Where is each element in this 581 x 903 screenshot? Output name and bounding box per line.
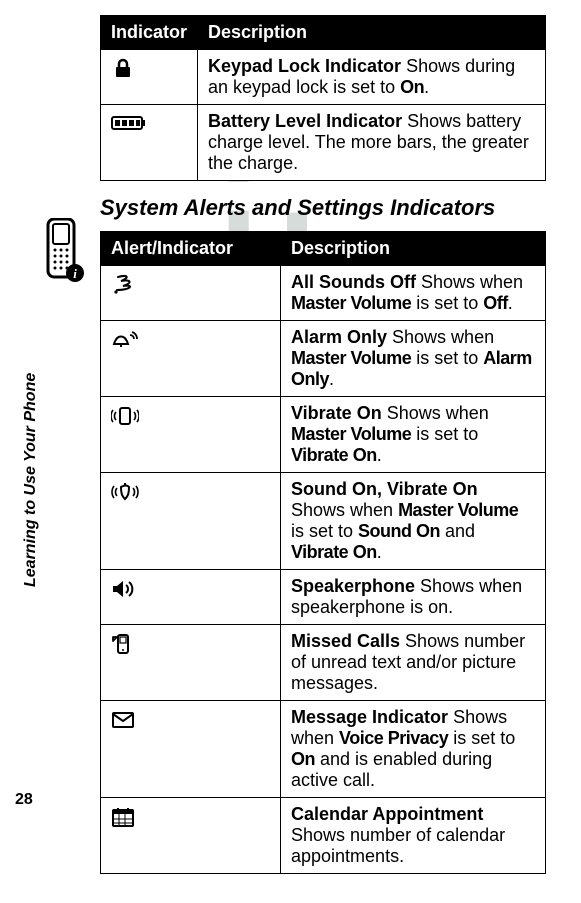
indicator-table: Indicator Description Keypad Lock Indica… (100, 15, 546, 181)
section-heading: System Alerts and Settings Indicators (100, 195, 546, 221)
battery-icon (101, 105, 198, 181)
missed-calls-icon (101, 625, 281, 701)
description-cell: All Sounds Off Shows when Master Volume … (281, 266, 546, 321)
lock-icon (101, 50, 198, 105)
desc-text: and (440, 521, 475, 541)
table-row: Message Indicator Shows when Voice Priva… (101, 701, 546, 798)
desc-text: is set to (448, 728, 515, 748)
desc-text: is set to (291, 521, 358, 541)
setting-value: Off (483, 293, 508, 313)
description-cell: Missed Calls Shows number of unread text… (281, 625, 546, 701)
alarm-only-icon (101, 321, 281, 397)
sounds-off-icon (101, 266, 281, 321)
table-row: Speakerphone Shows when speakerphone is … (101, 570, 546, 625)
table-row: Missed Calls Shows number of unread text… (101, 625, 546, 701)
setting-value: Voice Privacy (339, 728, 448, 748)
sound-vibrate-icon (101, 473, 281, 570)
table-row: Sound On, Vibrate On Shows when Master V… (101, 473, 546, 570)
description-cell: Alarm Only Shows when Master Volume is s… (281, 321, 546, 397)
setting-value: Master Volume (398, 500, 518, 520)
description-cell: Calendar Appointment Shows number of cal… (281, 798, 546, 874)
vibrate-on-icon (101, 397, 281, 473)
speakerphone-icon (101, 570, 281, 625)
table-row: All Sounds Off Shows when Master Volume … (101, 266, 546, 321)
setting-value: Master Volume (291, 348, 411, 368)
setting-value: On (291, 749, 315, 769)
indicator-title: Speakerphone (291, 576, 415, 596)
table-row: Battery Level Indicator Shows battery ch… (101, 105, 546, 181)
desc-text: is set to (411, 348, 483, 368)
description-cell: Vibrate On Shows when Master Volume is s… (281, 397, 546, 473)
table-row: Calendar Appointment Shows number of cal… (101, 798, 546, 874)
table-row: Keypad Lock Indicator Shows during an ke… (101, 50, 546, 105)
table-row: Vibrate On Shows when Master Volume is s… (101, 397, 546, 473)
setting-value: Sound On (358, 521, 440, 541)
desc-text: Shows when (291, 500, 398, 520)
indicator-title: Keypad Lock Indicator (208, 56, 401, 76)
desc-text: . (508, 293, 513, 313)
desc-text: . (377, 542, 382, 562)
table1-header-description: Description (198, 16, 546, 50)
desc-text: Shows when (416, 272, 523, 292)
setting-value: Vibrate On (291, 445, 377, 465)
desc-text: . (377, 445, 382, 465)
indicator-title: Vibrate On (291, 403, 382, 423)
description-cell: Speakerphone Shows when speakerphone is … (281, 570, 546, 625)
desc-text: is set to (411, 293, 483, 313)
calendar-icon (101, 798, 281, 874)
desc-text: . (424, 77, 429, 97)
table-row: Alarm Only Shows when Master Volume is s… (101, 321, 546, 397)
indicator-title: Alarm Only (291, 327, 387, 347)
description-cell: Sound On, Vibrate On Shows when Master V… (281, 473, 546, 570)
indicator-title: Calendar Appointment (291, 804, 483, 824)
svg-text:i: i (73, 266, 77, 281)
desc-text: . (329, 369, 334, 389)
indicator-title: Sound On, Vibrate On (291, 479, 478, 499)
desc-text: Shows number of calendar appointments. (291, 825, 505, 866)
phone-info-icon: i (45, 218, 87, 290)
indicator-title: Missed Calls (291, 631, 400, 651)
desc-text: Shows when (387, 327, 494, 347)
desc-text: Shows when (382, 403, 489, 423)
setting-value: On (400, 77, 424, 97)
indicator-title: All Sounds Off (291, 272, 416, 292)
description-cell: Keypad Lock Indicator Shows during an ke… (198, 50, 546, 105)
table2-header-alert: Alert/Indicator (101, 232, 281, 266)
table2-header-description: Description (281, 232, 546, 266)
message-indicator-icon (101, 701, 281, 798)
table1-header-indicator: Indicator (101, 16, 198, 50)
indicator-title: Battery Level Indicator (208, 111, 402, 131)
sidebar-section-label: Learning to Use Your Phone (22, 373, 40, 587)
description-cell: Message Indicator Shows when Voice Priva… (281, 701, 546, 798)
sidebar: i Learning to Use Your Phone (15, 0, 95, 807)
setting-value: Vibrate On (291, 542, 377, 562)
indicator-title: Message Indicator (291, 707, 448, 727)
alerts-table: Alert/Indicator Description All Sounds O… (100, 231, 546, 874)
desc-text: is set to (411, 424, 478, 444)
desc-text: and is enabled during active call. (291, 749, 492, 790)
setting-value: Master Volume (291, 424, 411, 444)
description-cell: Battery Level Indicator Shows battery ch… (198, 105, 546, 181)
setting-value: Master Volume (291, 293, 411, 313)
